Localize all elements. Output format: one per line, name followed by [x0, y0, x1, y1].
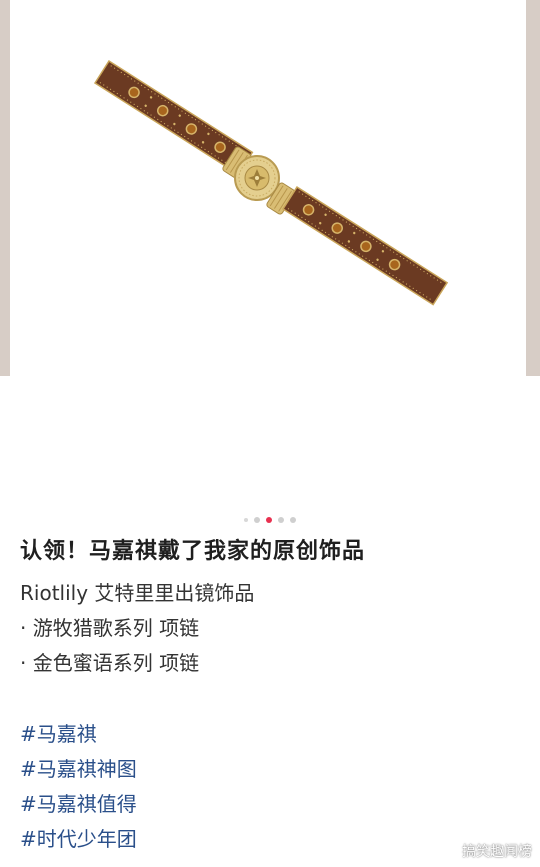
post-detail-page: 认领！马嘉祺戴了我家的原创饰品 Riotlily 艾特里里出镜饰品 · 游牧猎歌…: [0, 0, 540, 867]
watermark: 搞笑趣闻榜: [437, 841, 532, 861]
carousel-dot-2[interactable]: [254, 517, 260, 523]
carousel-dot-5[interactable]: [290, 517, 296, 523]
post-item-line: · 游牧猎歌系列 项链: [20, 616, 200, 640]
post-item-line: · 金色蜜语系列 项链: [20, 651, 200, 675]
post-title: 认领！马嘉祺戴了我家的原创饰品: [20, 539, 366, 564]
hashtag-link[interactable]: #马嘉祺: [20, 717, 520, 752]
product-image-carousel[interactable]: [0, 0, 540, 376]
carousel-dot-3-active[interactable]: [266, 517, 272, 523]
watermark-text: 搞笑趣闻榜: [462, 844, 532, 860]
post-content: 认领！马嘉祺戴了我家的原创饰品 Riotlily 艾特里里出镜饰品 · 游牧猎歌…: [20, 536, 520, 857]
carousel-dot-4[interactable]: [278, 517, 284, 523]
carousel-pagination[interactable]: [0, 514, 540, 526]
weibo-icon: [437, 844, 458, 859]
image-padding: [0, 376, 540, 516]
choker-necklace-image: [93, 60, 449, 306]
hashtag-link[interactable]: #马嘉祺值得: [20, 787, 520, 822]
hashtag-link[interactable]: #马嘉祺神图: [20, 752, 520, 787]
post-brand-line: Riotlily 艾特里里出镜饰品: [20, 581, 255, 605]
carousel-dot-1[interactable]: [244, 518, 248, 522]
product-image[interactable]: [10, 0, 526, 376]
